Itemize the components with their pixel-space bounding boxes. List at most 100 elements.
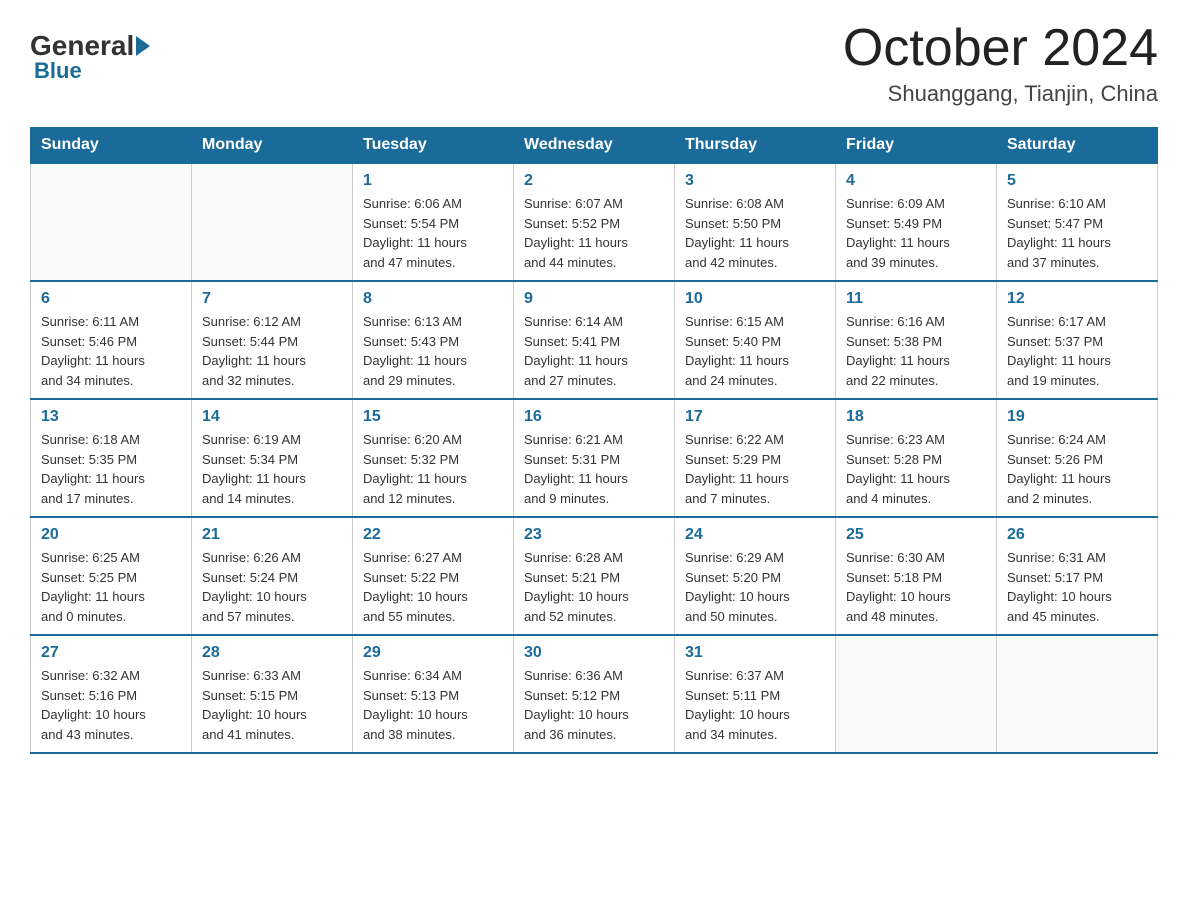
calendar-cell: 31Sunrise: 6:37 AM Sunset: 5:11 PM Dayli…	[675, 635, 836, 753]
calendar-cell: 21Sunrise: 6:26 AM Sunset: 5:24 PM Dayli…	[192, 517, 353, 635]
day-info: Sunrise: 6:31 AM Sunset: 5:17 PM Dayligh…	[1007, 548, 1147, 626]
day-info: Sunrise: 6:07 AM Sunset: 5:52 PM Dayligh…	[524, 194, 664, 272]
day-info: Sunrise: 6:15 AM Sunset: 5:40 PM Dayligh…	[685, 312, 825, 390]
day-number: 31	[685, 644, 825, 662]
calendar-cell: 22 Sunrise: 6:27 AM Sunset: 5:22 PM Dayli…	[353, 517, 514, 635]
day-number: 19	[1007, 408, 1147, 426]
calendar-week-row: 27Sunrise: 6:32 AM Sunset: 5:16 PM Dayli…	[31, 635, 1158, 753]
day-info: Sunrise: 6:10 AM Sunset: 5:47 PM Dayligh…	[1007, 194, 1147, 272]
day-number: 5	[1007, 172, 1147, 190]
calendar-cell: 20 Sunrise: 6:25 AM Sunset: 5:25 PM Dayli…	[31, 517, 192, 635]
day-number: 15	[363, 408, 503, 426]
day-number: 28	[202, 644, 342, 662]
day-number: 25	[846, 526, 986, 544]
calendar-cell	[997, 635, 1158, 753]
calendar-cell: 7Sunrise: 6:12 AM Sunset: 5:44 PM Daylig…	[192, 281, 353, 399]
calendar-cell: 5 Sunrise: 6:10 AM Sunset: 5:47 PM Daylig…	[997, 163, 1158, 281]
calendar-cell: 2Sunrise: 6:07 AM Sunset: 5:52 PM Daylig…	[514, 163, 675, 281]
calendar-cell: 30 Sunrise: 6:36 AM Sunset: 5:12 PM Dayli…	[514, 635, 675, 753]
calendar-cell: 6 Sunrise: 6:11 AM Sunset: 5:46 PM Daylig…	[31, 281, 192, 399]
calendar-cell: 19 Sunrise: 6:24 AM Sunset: 5:26 PM Dayli…	[997, 399, 1158, 517]
day-info: Sunrise: 6:36 AM Sunset: 5:12 PM Dayligh…	[524, 666, 664, 744]
calendar-cell: 16 Sunrise: 6:21 AM Sunset: 5:31 PM Dayli…	[514, 399, 675, 517]
calendar-cell: 23Sunrise: 6:28 AM Sunset: 5:21 PM Dayli…	[514, 517, 675, 635]
day-number: 14	[202, 408, 342, 426]
day-number: 20	[41, 526, 181, 544]
day-info: Sunrise: 6:33 AM Sunset: 5:15 PM Dayligh…	[202, 666, 342, 744]
day-info: Sunrise: 6:24 AM Sunset: 5:26 PM Dayligh…	[1007, 430, 1147, 508]
day-info: Sunrise: 6:09 AM Sunset: 5:49 PM Dayligh…	[846, 194, 986, 272]
day-info: Sunrise: 6:11 AM Sunset: 5:46 PM Dayligh…	[41, 312, 181, 390]
day-info: Sunrise: 6:34 AM Sunset: 5:13 PM Dayligh…	[363, 666, 503, 744]
day-number: 12	[1007, 290, 1147, 308]
calendar-cell: 28 Sunrise: 6:33 AM Sunset: 5:15 PM Dayli…	[192, 635, 353, 753]
day-info: Sunrise: 6:29 AM Sunset: 5:20 PM Dayligh…	[685, 548, 825, 626]
day-number: 24	[685, 526, 825, 544]
day-number: 7	[202, 290, 342, 308]
weekday-header-sunday: Sunday	[31, 128, 192, 164]
day-number: 11	[846, 290, 986, 308]
day-number: 13	[41, 408, 181, 426]
day-number: 9	[524, 290, 664, 308]
day-info: Sunrise: 6:08 AM Sunset: 5:50 PM Dayligh…	[685, 194, 825, 272]
day-number: 6	[41, 290, 181, 308]
day-info: Sunrise: 6:18 AM Sunset: 5:35 PM Dayligh…	[41, 430, 181, 508]
calendar-cell: 29 Sunrise: 6:34 AM Sunset: 5:13 PM Dayli…	[353, 635, 514, 753]
calendar-cell: 25 Sunrise: 6:30 AM Sunset: 5:18 PM Dayli…	[836, 517, 997, 635]
page-header: General Blue October 2024 Shuanggang, Ti…	[30, 20, 1158, 107]
weekday-header-row: SundayMondayTuesdayWednesdayThursdayFrid…	[31, 128, 1158, 164]
weekday-header-tuesday: Tuesday	[353, 128, 514, 164]
calendar-cell: 11 Sunrise: 6:16 AM Sunset: 5:38 PM Dayli…	[836, 281, 997, 399]
calendar-cell: 13 Sunrise: 6:18 AM Sunset: 5:35 PM Dayli…	[31, 399, 192, 517]
day-number: 8	[363, 290, 503, 308]
day-info: Sunrise: 6:06 AM Sunset: 5:54 PM Dayligh…	[363, 194, 503, 272]
day-info: Sunrise: 6:17 AM Sunset: 5:37 PM Dayligh…	[1007, 312, 1147, 390]
weekday-header-wednesday: Wednesday	[514, 128, 675, 164]
day-info: Sunrise: 6:28 AM Sunset: 5:21 PM Dayligh…	[524, 548, 664, 626]
weekday-header-thursday: Thursday	[675, 128, 836, 164]
day-info: Sunrise: 6:23 AM Sunset: 5:28 PM Dayligh…	[846, 430, 986, 508]
calendar-week-row: 20 Sunrise: 6:25 AM Sunset: 5:25 PM Dayli…	[31, 517, 1158, 635]
calendar-cell: 1Sunrise: 6:06 AM Sunset: 5:54 PM Daylig…	[353, 163, 514, 281]
calendar-cell: 24 Sunrise: 6:29 AM Sunset: 5:20 PM Dayli…	[675, 517, 836, 635]
calendar-cell: 9Sunrise: 6:14 AM Sunset: 5:41 PM Daylig…	[514, 281, 675, 399]
day-info: Sunrise: 6:22 AM Sunset: 5:29 PM Dayligh…	[685, 430, 825, 508]
day-info: Sunrise: 6:13 AM Sunset: 5:43 PM Dayligh…	[363, 312, 503, 390]
weekday-header-saturday: Saturday	[997, 128, 1158, 164]
calendar-cell: 10 Sunrise: 6:15 AM Sunset: 5:40 PM Dayli…	[675, 281, 836, 399]
day-number: 4	[846, 172, 986, 190]
calendar-cell	[31, 163, 192, 281]
calendar-cell: 3Sunrise: 6:08 AM Sunset: 5:50 PM Daylig…	[675, 163, 836, 281]
location-title: Shuanggang, Tianjin, China	[843, 81, 1158, 107]
calendar-week-row: 13 Sunrise: 6:18 AM Sunset: 5:35 PM Dayli…	[31, 399, 1158, 517]
day-number: 22	[363, 526, 503, 544]
calendar-cell: 27Sunrise: 6:32 AM Sunset: 5:16 PM Dayli…	[31, 635, 192, 753]
day-number: 21	[202, 526, 342, 544]
day-info: Sunrise: 6:25 AM Sunset: 5:25 PM Dayligh…	[41, 548, 181, 626]
calendar-cell: 4 Sunrise: 6:09 AM Sunset: 5:49 PM Daylig…	[836, 163, 997, 281]
day-info: Sunrise: 6:16 AM Sunset: 5:38 PM Dayligh…	[846, 312, 986, 390]
day-number: 29	[363, 644, 503, 662]
day-info: Sunrise: 6:30 AM Sunset: 5:18 PM Dayligh…	[846, 548, 986, 626]
day-number: 16	[524, 408, 664, 426]
calendar-cell	[192, 163, 353, 281]
weekday-header-friday: Friday	[836, 128, 997, 164]
day-number: 30	[524, 644, 664, 662]
day-number: 18	[846, 408, 986, 426]
calendar-week-row: 1Sunrise: 6:06 AM Sunset: 5:54 PM Daylig…	[31, 163, 1158, 281]
day-number: 26	[1007, 526, 1147, 544]
day-number: 17	[685, 408, 825, 426]
logo-blue-text: Blue	[34, 58, 82, 84]
day-number: 10	[685, 290, 825, 308]
day-info: Sunrise: 6:27 AM Sunset: 5:22 PM Dayligh…	[363, 548, 503, 626]
calendar-cell: 15 Sunrise: 6:20 AM Sunset: 5:32 PM Dayli…	[353, 399, 514, 517]
day-info: Sunrise: 6:32 AM Sunset: 5:16 PM Dayligh…	[41, 666, 181, 744]
day-info: Sunrise: 6:20 AM Sunset: 5:32 PM Dayligh…	[363, 430, 503, 508]
calendar-cell: 18 Sunrise: 6:23 AM Sunset: 5:28 PM Dayli…	[836, 399, 997, 517]
calendar-cell: 14 Sunrise: 6:19 AM Sunset: 5:34 PM Dayli…	[192, 399, 353, 517]
day-info: Sunrise: 6:19 AM Sunset: 5:34 PM Dayligh…	[202, 430, 342, 508]
calendar-cell	[836, 635, 997, 753]
day-info: Sunrise: 6:21 AM Sunset: 5:31 PM Dayligh…	[524, 430, 664, 508]
logo-arrow-icon	[136, 36, 150, 56]
month-title: October 2024	[843, 20, 1158, 77]
